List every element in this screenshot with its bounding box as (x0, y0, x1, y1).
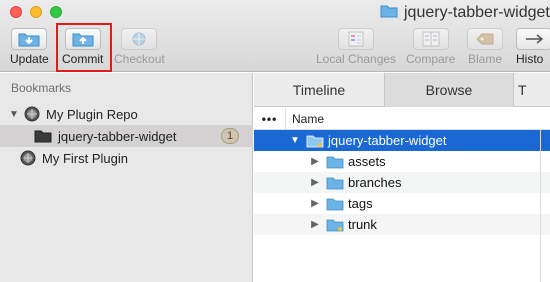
tree-row-label: assets (348, 154, 386, 169)
folder-icon (380, 4, 398, 23)
tree-row-trunk[interactable]: ▶ trunk (254, 214, 550, 235)
column-options-button[interactable]: ••• (254, 107, 286, 130)
tree-row-branches[interactable]: ▶ branches (254, 172, 550, 193)
history-icon (516, 28, 550, 50)
sidebar-item-jquery-tabber-widget[interactable]: jquery-tabber-widget 1 (0, 125, 253, 147)
update-label: Update (10, 52, 49, 66)
blame-icon (467, 28, 503, 50)
folder-icon (326, 218, 344, 232)
sidebar-item-my-plugin-repo[interactable]: ▼ My Plugin Repo (0, 103, 253, 125)
folder-icon (34, 129, 52, 143)
zoom-window-button[interactable] (50, 6, 62, 18)
checkout-label: Checkout (114, 52, 165, 66)
local-changes-icon (338, 28, 375, 50)
changes-count-badge: 1 (221, 128, 239, 144)
blame-button[interactable]: Blame (467, 28, 503, 70)
local-changes-button[interactable]: Local Changes (316, 28, 396, 70)
tab-browse[interactable]: Browse (384, 73, 514, 107)
sidebar-item-label: My First Plugin (42, 150, 128, 166)
chevron-down-icon[interactable]: ▼ (290, 135, 300, 146)
compare-label: Compare (406, 52, 456, 66)
window-title-text: jquery-tabber-widget (404, 4, 550, 21)
tree-row-label: branches (348, 175, 402, 190)
tree-row-tags[interactable]: ▶ tags (254, 193, 550, 214)
tree-row-label: jquery-tabber-widget (328, 133, 447, 148)
sidebar-item-label: jquery-tabber-widget (58, 128, 177, 144)
history-button[interactable]: Histo (516, 28, 550, 70)
chevron-down-icon[interactable]: ▼ (8, 109, 20, 120)
repo-globe-icon (24, 106, 40, 122)
chevron-right-icon[interactable]: ▶ (310, 219, 320, 230)
sidebar: Bookmarks ▼ My Plugin Repo jquery-tabber… (0, 73, 253, 282)
sidebar-item-my-first-plugin[interactable]: My First Plugin (0, 147, 253, 169)
checkout-icon (121, 28, 158, 50)
minimize-window-button[interactable] (30, 6, 42, 18)
local-changes-label: Local Changes (316, 52, 397, 66)
tab-truncated[interactable]: T (514, 73, 550, 107)
tree-row-label: tags (348, 196, 373, 211)
update-icon (11, 28, 48, 50)
close-window-button[interactable] (10, 6, 22, 18)
name-column-header[interactable]: Name (286, 112, 324, 126)
tree-row-label: trunk (348, 217, 377, 232)
file-list-header: ••• Name (254, 107, 550, 130)
update-button[interactable]: Update (10, 28, 49, 70)
folder-icon (306, 134, 324, 148)
chevron-right-icon[interactable]: ▶ (310, 198, 320, 209)
checkout-button[interactable]: Checkout (114, 28, 165, 70)
tree-row-root[interactable]: ▼ jquery-tabber-widget (254, 130, 550, 151)
chevron-right-icon[interactable]: ▶ (310, 156, 320, 167)
tree-row-assets[interactable]: ▶ assets (254, 151, 550, 172)
column-divider (540, 130, 541, 282)
commit-highlight-box (56, 23, 112, 72)
blame-label: Blame (467, 52, 502, 66)
folder-icon (326, 176, 344, 190)
compare-button[interactable]: Compare (406, 28, 455, 70)
view-tabs: Timeline Browse T (254, 73, 550, 107)
history-label: Histo (516, 52, 544, 66)
toolbar: jquery-tabber-widget Update Commit Check… (0, 0, 550, 72)
tab-timeline[interactable]: Timeline (254, 73, 384, 107)
window-title: jquery-tabber-widget (380, 2, 550, 24)
app-window: jquery-tabber-widget Update Commit Check… (0, 0, 550, 282)
compare-icon (412, 28, 449, 50)
main-panel: Timeline Browse T ••• Name ▼ jquery-tabb… (254, 73, 550, 282)
folder-icon (326, 155, 344, 169)
sidebar-item-label: My Plugin Repo (46, 106, 138, 122)
chevron-right-icon[interactable]: ▶ (310, 177, 320, 188)
sidebar-header: Bookmarks (11, 81, 72, 95)
folder-icon (326, 197, 344, 211)
repo-globe-icon (20, 150, 36, 166)
